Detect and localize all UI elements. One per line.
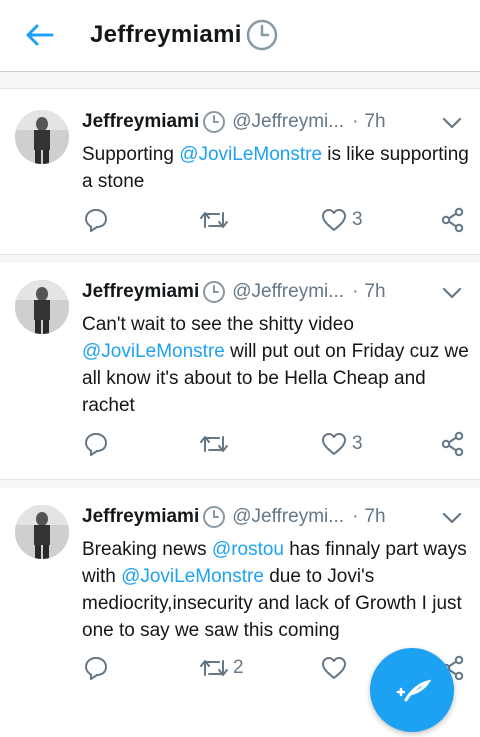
tweet-text-segment: Can't wait to see the shitty video xyxy=(82,314,354,335)
compose-feather-icon xyxy=(396,679,432,702)
retweet-icon xyxy=(200,212,228,228)
tweet-separator xyxy=(0,255,480,263)
mention-link[interactable]: @JoviLeMonstre xyxy=(82,341,225,362)
tweet-text: Supporting @JoviLeMonstre is like suppor… xyxy=(82,141,472,195)
tweet-text: Can't wait to see the shitty video @Jovi… xyxy=(82,311,472,419)
tweet-card[interactable]: Jeffreymiami @Jeffreymi... · 7h Supporti… xyxy=(0,89,480,255)
timestamp[interactable]: 7h xyxy=(364,111,385,133)
tweet-separator xyxy=(0,480,480,488)
timestamp[interactable]: 7h xyxy=(364,506,385,528)
tweet-text-segment: Supporting xyxy=(82,144,180,165)
avatar[interactable] xyxy=(15,110,69,164)
chevron-down-icon[interactable] xyxy=(440,111,464,135)
share-icon xyxy=(441,431,464,457)
reply-button[interactable] xyxy=(83,431,113,457)
like-count: 3 xyxy=(352,433,363,454)
display-name[interactable]: Jeffreymiami xyxy=(82,506,199,528)
timeline-gap xyxy=(0,72,480,89)
mention-link[interactable]: @rostou xyxy=(212,539,284,560)
retweet-icon xyxy=(200,660,228,676)
like-button[interactable] xyxy=(320,655,352,681)
timestamp[interactable]: 7h xyxy=(364,281,385,303)
share-icon xyxy=(441,207,464,233)
avatar[interactable] xyxy=(15,505,69,559)
clock-emoji-icon xyxy=(246,19,277,51)
clock-emoji-icon xyxy=(203,111,226,133)
tweet-actions: 3 xyxy=(0,207,480,237)
user-handle[interactable]: @Jeffreymi... xyxy=(232,111,344,133)
retweet-button[interactable] xyxy=(199,207,233,233)
separator-dot: · xyxy=(352,111,359,132)
heart-icon xyxy=(322,433,346,455)
like-count: 3 xyxy=(352,209,363,230)
tweet-card[interactable]: Jeffreymiami @Jeffreymi... · 7h Can't wa… xyxy=(0,263,480,480)
page-title-text: Jeffreymiami xyxy=(90,21,242,48)
user-handle[interactable]: @Jeffreymi... xyxy=(232,281,344,303)
display-name[interactable]: Jeffreymiami xyxy=(82,281,199,303)
reply-button[interactable] xyxy=(83,655,113,681)
retweet-icon xyxy=(200,436,228,452)
reply-button[interactable] xyxy=(83,207,113,233)
like-button[interactable]: 3 xyxy=(320,207,363,233)
compose-tweet-button[interactable] xyxy=(370,648,454,732)
user-handle[interactable]: @Jeffreymi... xyxy=(232,506,344,528)
retweet-count: 2 xyxy=(233,657,244,678)
top-bar: Jeffreymiami xyxy=(0,0,480,72)
back-arrow-icon[interactable] xyxy=(22,18,56,52)
heart-icon xyxy=(322,657,346,679)
display-name[interactable]: Jeffreymiami xyxy=(82,111,199,133)
chevron-down-icon[interactable] xyxy=(440,281,464,305)
tweet-text: Breaking news @rostou has finnaly part w… xyxy=(82,536,472,644)
share-button[interactable] xyxy=(440,431,466,457)
separator-dot: · xyxy=(352,281,359,302)
retweet-button[interactable]: 2 xyxy=(199,655,244,681)
clock-emoji-icon xyxy=(203,281,226,303)
tweet-header: Jeffreymiami @Jeffreymi... · 7h xyxy=(82,504,386,530)
separator-dot: · xyxy=(352,506,359,527)
clock-emoji-icon xyxy=(203,506,226,528)
tweet-actions: 3 xyxy=(0,431,480,461)
like-button[interactable]: 3 xyxy=(320,431,363,457)
chevron-down-icon[interactable] xyxy=(440,506,464,530)
mention-link[interactable]: @JoviLeMonstre xyxy=(121,566,264,587)
page-title: Jeffreymiami xyxy=(90,18,278,52)
retweet-button[interactable] xyxy=(199,431,233,457)
heart-icon xyxy=(322,209,346,231)
avatar[interactable] xyxy=(15,280,69,334)
share-button[interactable] xyxy=(440,207,466,233)
reply-icon xyxy=(85,209,107,232)
mention-link[interactable]: @JoviLeMonstre xyxy=(179,144,322,165)
reply-icon xyxy=(85,433,107,456)
reply-icon xyxy=(85,657,107,680)
tweet-text-segment: Breaking news xyxy=(82,539,212,560)
tweet-header: Jeffreymiami @Jeffreymi... · 7h xyxy=(82,279,386,305)
tweet-header: Jeffreymiami @Jeffreymi... · 7h xyxy=(82,109,386,135)
